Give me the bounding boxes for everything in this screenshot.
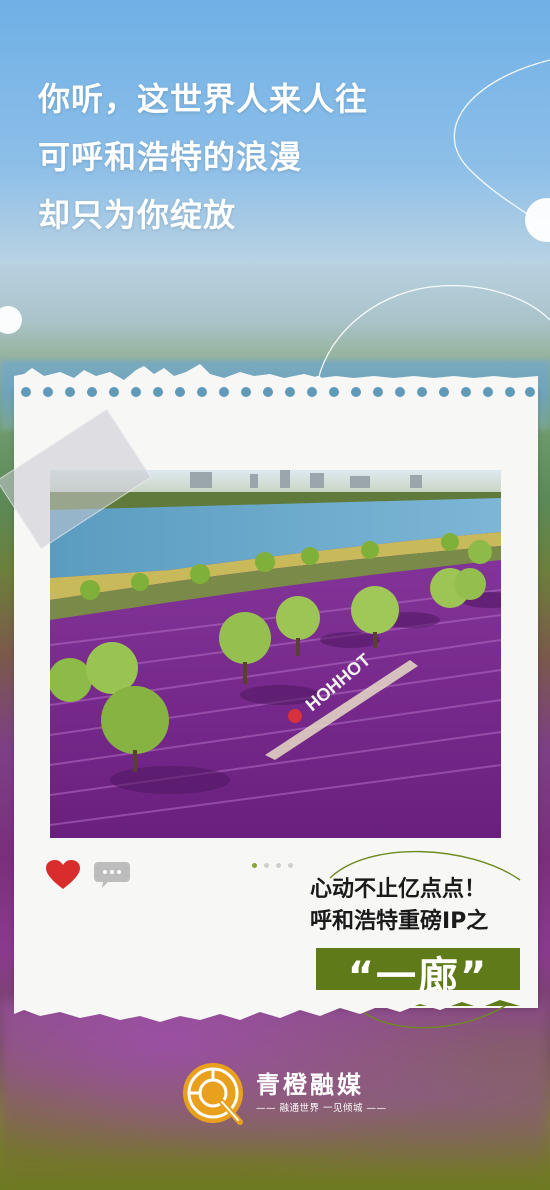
brand-name: 青橙融媒 — [256, 1071, 364, 1099]
brand-mark-icon — [183, 1063, 243, 1125]
brand-slogan: —— 融通世界 一见倾城 —— — [256, 1103, 387, 1114]
pager-dot-4[interactable] — [288, 863, 293, 868]
headline-line-1: 你听，这世界人来人往 — [38, 80, 369, 118]
headline: 你听，这世界人来人往 可呼和浩特的浪漫 却只为你绽放 — [38, 70, 368, 244]
comment-icon[interactable] — [94, 862, 130, 888]
promo-line-2: 呼和浩特重磅IP之 — [310, 909, 489, 934]
pager-dot-2[interactable] — [264, 863, 269, 868]
lavender-field-photo[interactable]: HOHHOT — [50, 470, 501, 838]
brand-logo[interactable]: 青橙融媒 —— 融通世界 一见倾城 —— — [180, 1060, 387, 1126]
brand-text: 青橙融媒 —— 融通世界 一见倾城 —— — [256, 1069, 387, 1117]
heart-icon[interactable] — [46, 860, 80, 890]
post-actions — [46, 860, 130, 890]
photo-illustration: HOHHOT — [50, 470, 501, 838]
card-torn-edge-top — [14, 364, 538, 402]
headline-line-2: 可呼和浩特的浪漫 — [38, 138, 303, 176]
carousel-pager — [252, 863, 293, 868]
card-torn-edge-bottom — [14, 990, 538, 1022]
headline-line-3: 却只为你绽放 — [38, 196, 237, 234]
pager-dot-3[interactable] — [276, 863, 281, 868]
pager-dot-1[interactable] — [252, 863, 257, 868]
promo-block: 心动不止亿点点！ 呼和浩特重磅IP之 “一廊” — [310, 874, 530, 1006]
promo-line-1: 心动不止亿点点！ — [310, 877, 487, 902]
